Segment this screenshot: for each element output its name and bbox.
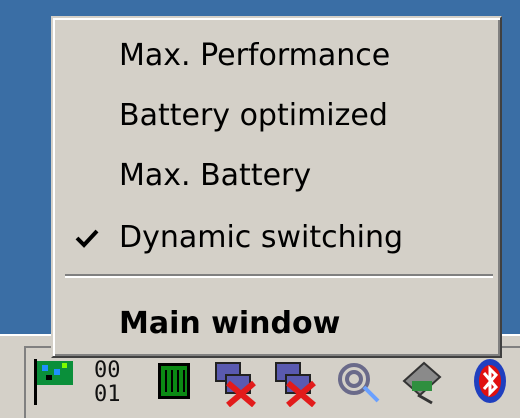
menu-item-label: Max. Performance (119, 38, 391, 73)
svg-text:01: 01 (94, 382, 121, 407)
cpu-chip-icon[interactable] (150, 355, 198, 407)
binary-display-icon[interactable]: 00 01 (88, 355, 136, 407)
svg-text:00: 00 (94, 358, 121, 383)
menu-item-dynamic-switching[interactable]: Dynamic switching (53, 208, 500, 268)
checkmark-icon (75, 229, 99, 248)
menu-item-main-window[interactable]: Main window (53, 294, 500, 354)
menu-item-battery-optimized[interactable]: Battery optimized (53, 86, 500, 146)
bluetooth-icon[interactable] (466, 355, 514, 407)
network-disconnected-icon[interactable] (210, 355, 258, 407)
pc-card-icon[interactable] (398, 355, 446, 407)
network-disconnected-icon[interactable] (270, 355, 318, 407)
menu-item-label: Battery optimized (119, 98, 388, 133)
menu-item-max-performance[interactable]: Max. Performance (53, 26, 500, 86)
network-flag-icon[interactable] (30, 355, 78, 407)
menu-item-label: Dynamic switching (119, 220, 404, 255)
menu-item-label: Max. Battery (119, 158, 312, 193)
menu-separator (65, 274, 493, 278)
menu-item-max-battery[interactable]: Max. Battery (53, 146, 500, 206)
wireless-signal-icon[interactable] (336, 355, 384, 407)
menu-item-label: Main window (119, 306, 341, 341)
context-menu: Max. Performance Battery optimized Max. … (51, 16, 502, 358)
